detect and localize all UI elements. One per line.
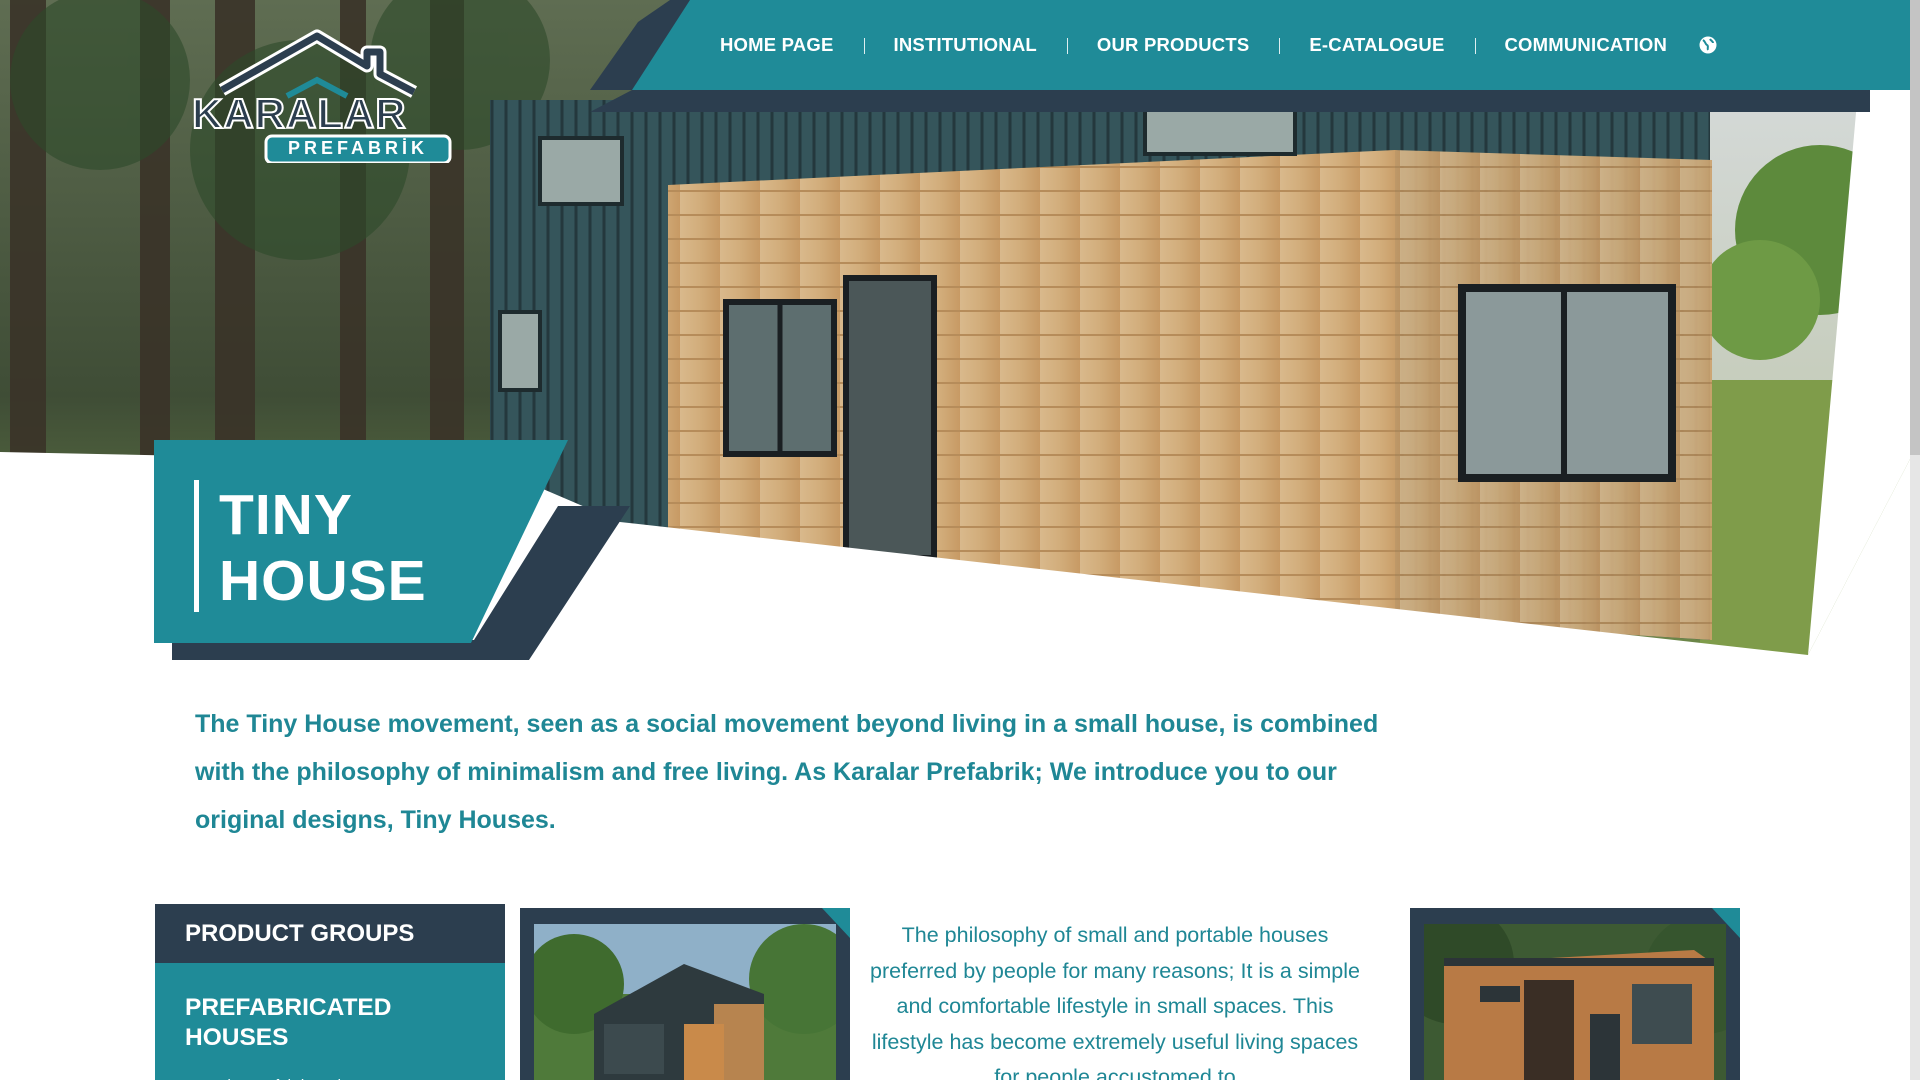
- product-group-prefabricated-houses[interactable]: PREFABRICATED HOUSES: [155, 963, 505, 1053]
- card-frame: [1712, 908, 1740, 938]
- logo-sub-text: PREFABRİK: [288, 138, 429, 158]
- content-paragraph: The philosophy of small and portable hou…: [870, 923, 1360, 1080]
- page-scrollbar[interactable]: [1910, 0, 1920, 1080]
- brand-logo[interactable]: KARALAR PREFABRİK: [191, 28, 462, 165]
- nav-e-catalogue[interactable]: E-CATALOGUE: [1279, 34, 1474, 56]
- globe-icon[interactable]: [1697, 34, 1719, 56]
- scrollbar-thumb[interactable]: [1910, 0, 1920, 455]
- card-frame: [822, 908, 850, 938]
- page-title-line2: HOUSE: [219, 549, 427, 613]
- page-title-line1: TINY: [219, 483, 353, 547]
- product-groups-heading: PRODUCT GROUPS: [155, 904, 505, 963]
- page-title-box: TINY HOUSE: [154, 440, 634, 660]
- nav-our-products[interactable]: OUR PRODUCTS: [1066, 34, 1279, 56]
- intro-text: The Tiny House movement, seen as a socia…: [195, 710, 1379, 834]
- product-group-subitem[interactable]: Sunceion Prefabricated W...: [155, 1053, 505, 1080]
- main-navigation: HOME PAGE INSTITUTIONAL OUR PRODUCTS E-C…: [700, 22, 1719, 68]
- nav-communication[interactable]: COMMUNICATION: [1474, 34, 1698, 56]
- title-accent-bar: [194, 480, 199, 612]
- nav-institutional[interactable]: INSTITUTIONAL: [863, 34, 1067, 56]
- logo-main-text: KARALAR: [191, 89, 407, 138]
- product-image-card-2[interactable]: [1410, 908, 1740, 1080]
- nav-home[interactable]: HOME PAGE: [700, 34, 864, 56]
- product-image-card-1[interactable]: [520, 908, 850, 1080]
- product-groups-panel: PRODUCT GROUPS PREFABRICATED HOUSES Sunc…: [155, 904, 505, 1080]
- page-title: TINY HOUSE: [219, 482, 427, 614]
